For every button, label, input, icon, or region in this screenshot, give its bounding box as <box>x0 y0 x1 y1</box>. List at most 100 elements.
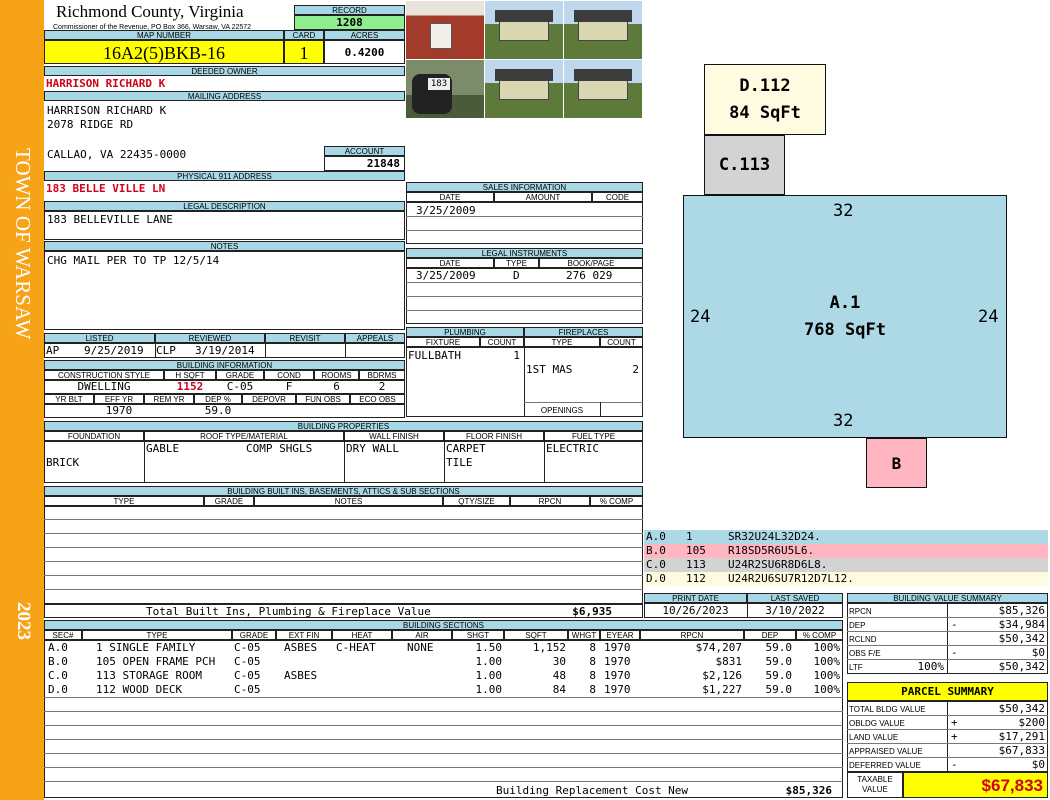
notes-text: CHG MAIL PER TO TP 12/5/14 <box>47 254 220 267</box>
builtins-comp-header: % COMP <box>590 496 643 506</box>
builtins-total-label: Total Built Ins, Plumbing & Fireplace Va… <box>146 605 431 618</box>
floor-header: FLOOR FINISH <box>444 431 544 441</box>
legend-path: U24R2SU6R8D6L8. <box>728 558 828 571</box>
legal-instruments-title: LEGAL INSTRUMENTS <box>406 248 643 258</box>
foundation-value: BRICK <box>46 456 80 469</box>
instrument-type: D <box>513 269 520 282</box>
ps-value: $0 <box>1031 758 1045 771</box>
legend-row: A.0 1 SR32U24L32D24. <box>644 530 1048 544</box>
legend-code: C.0 <box>646 558 666 571</box>
yrblt-header: YR BLT <box>44 394 94 404</box>
col-header: SQFT <box>504 630 568 640</box>
dep-header: DEP % <box>194 394 242 404</box>
legend-number: 113 <box>686 558 706 571</box>
sketch-area-d-label: D.112 <box>739 75 791 96</box>
cell: 1970 <box>604 655 631 668</box>
roof-type: GABLE <box>146 442 180 455</box>
legend-number: 112 <box>686 572 706 585</box>
mailing-line-2: 2078 RIDGE RD <box>47 118 134 131</box>
plumbing-title: PLUMBING <box>406 327 524 337</box>
building-grade: C-05 <box>226 380 254 393</box>
cell: 84 <box>552 683 566 696</box>
listed-label: LISTED <box>44 333 155 343</box>
photo-2 <box>485 1 563 59</box>
sketch-area-b: B <box>866 438 927 488</box>
instrument-date-header: DATE <box>406 258 494 268</box>
hsqft-header: H SQFT <box>164 370 216 380</box>
vs-label: OBS F/E <box>849 649 881 658</box>
acres-label: ACRES <box>324 30 405 40</box>
roof-header: ROOF TYPE/MATERIAL <box>144 431 344 441</box>
taxable-label-2: VALUE <box>862 785 888 794</box>
wall-finish: DRY WALL <box>346 442 399 455</box>
cond-header: COND <box>264 370 314 380</box>
depreciation-pct: 59.0 <box>204 404 232 417</box>
fireplace-count: 2 <box>632 363 639 376</box>
cell: 59.0 <box>765 641 793 654</box>
taxable-label-1: TAXABLE <box>857 775 893 784</box>
cell: 1.00 <box>475 655 503 668</box>
floor-finish-1: CARPET <box>446 442 486 455</box>
print-date-label: PRINT DATE <box>644 593 747 603</box>
revisit-label: REVISIT <box>265 333 345 343</box>
side-band: TOWN OF WARSAW 2023 <box>0 0 44 800</box>
col-header: EYEAR <box>600 630 640 640</box>
table-row: B.0 105 OPEN FRAME PCH C-05 1.00 30 8 19… <box>44 655 843 669</box>
plumbing-fixture: FULLBATH <box>408 349 461 362</box>
openings-label: OPENINGS <box>540 406 584 415</box>
fireplaces-title: FIREPLACES <box>524 327 643 337</box>
sketch-area-b-label: B <box>891 453 902 473</box>
account-label: ACCOUNT <box>324 146 405 156</box>
parcel-summary-title: PARCEL SUMMARY <box>901 685 994 698</box>
bdrms-header: BDRMS <box>359 370 405 380</box>
taxable-value: $67,833 <box>981 776 1043 795</box>
col-header: AIR <box>392 630 452 640</box>
last-saved-label: LAST SAVED <box>747 593 843 603</box>
col-header: EXT FIN <box>276 630 332 640</box>
cell: 1 SINGLE FAMILY <box>96 641 196 654</box>
ps-value: $17,291 <box>998 730 1045 743</box>
building-condition: F <box>285 380 293 393</box>
cell: NONE <box>407 641 434 654</box>
fuel-header: FUEL TYPE <box>544 431 643 441</box>
sales-date-header: DATE <box>406 192 494 202</box>
builtins-title: BUILDING BUILT INS, BASEMENTS, ATTICS & … <box>44 486 643 496</box>
cell: C-HEAT <box>336 641 376 654</box>
fireplace-count-header: COUNT <box>600 337 643 347</box>
col-header: GRADE <box>232 630 276 640</box>
cell: 113 STORAGE ROOM <box>96 669 202 682</box>
cell: C-05 <box>234 655 261 668</box>
record-number: 1208 <box>336 16 363 29</box>
reviewed-label: REVIEWED <box>155 333 265 343</box>
legend-path: R18SD5R6U5L6. <box>728 544 815 557</box>
legend-number: 105 <box>686 544 706 557</box>
vs-label: DEP <box>849 621 866 630</box>
photo-6 <box>564 60 642 118</box>
legend-path: SR32U24L32D24. <box>728 530 821 543</box>
record-label: RECORD <box>294 5 405 15</box>
legend-row: B.0 105 R18SD5R6U5L6. <box>644 544 1048 558</box>
replacement-cost-value: $85,326 <box>785 784 832 797</box>
sketch-area-a-label: A.1 <box>829 292 861 313</box>
physical-address-label: PHYSICAL 911 ADDRESS <box>44 171 405 181</box>
ps-value: $50,342 <box>998 702 1045 715</box>
cell: 112 WOOD DECK <box>96 683 183 696</box>
cell: 100% <box>813 669 841 682</box>
mailing-address-label: MAILING ADDRESS <box>44 91 405 101</box>
cell: 1.50 <box>475 641 503 654</box>
builtins-type-header: TYPE <box>44 496 204 506</box>
legal-description: 183 BELLEVILLE LANE <box>47 213 173 226</box>
reviewed-by: CLP <box>156 344 176 357</box>
acres-value: 0.4200 <box>344 46 385 59</box>
cell: 1970 <box>604 641 631 654</box>
mailing-line-1: HARRISON RICHARD K <box>47 104 167 117</box>
listed-date: 9/25/2019 <box>84 344 144 357</box>
value-summary-title: BUILDING VALUE SUMMARY <box>847 593 1048 603</box>
cell: 8 <box>589 669 596 682</box>
cell: 1970 <box>604 669 631 682</box>
cell: $2,126 <box>702 669 742 682</box>
grade-header: GRADE <box>216 370 264 380</box>
deeded-owner-label: DEEDED OWNER <box>44 66 405 76</box>
vs-label: LTF <box>849 663 863 672</box>
builtins-total-value: $6,935 <box>572 605 612 618</box>
